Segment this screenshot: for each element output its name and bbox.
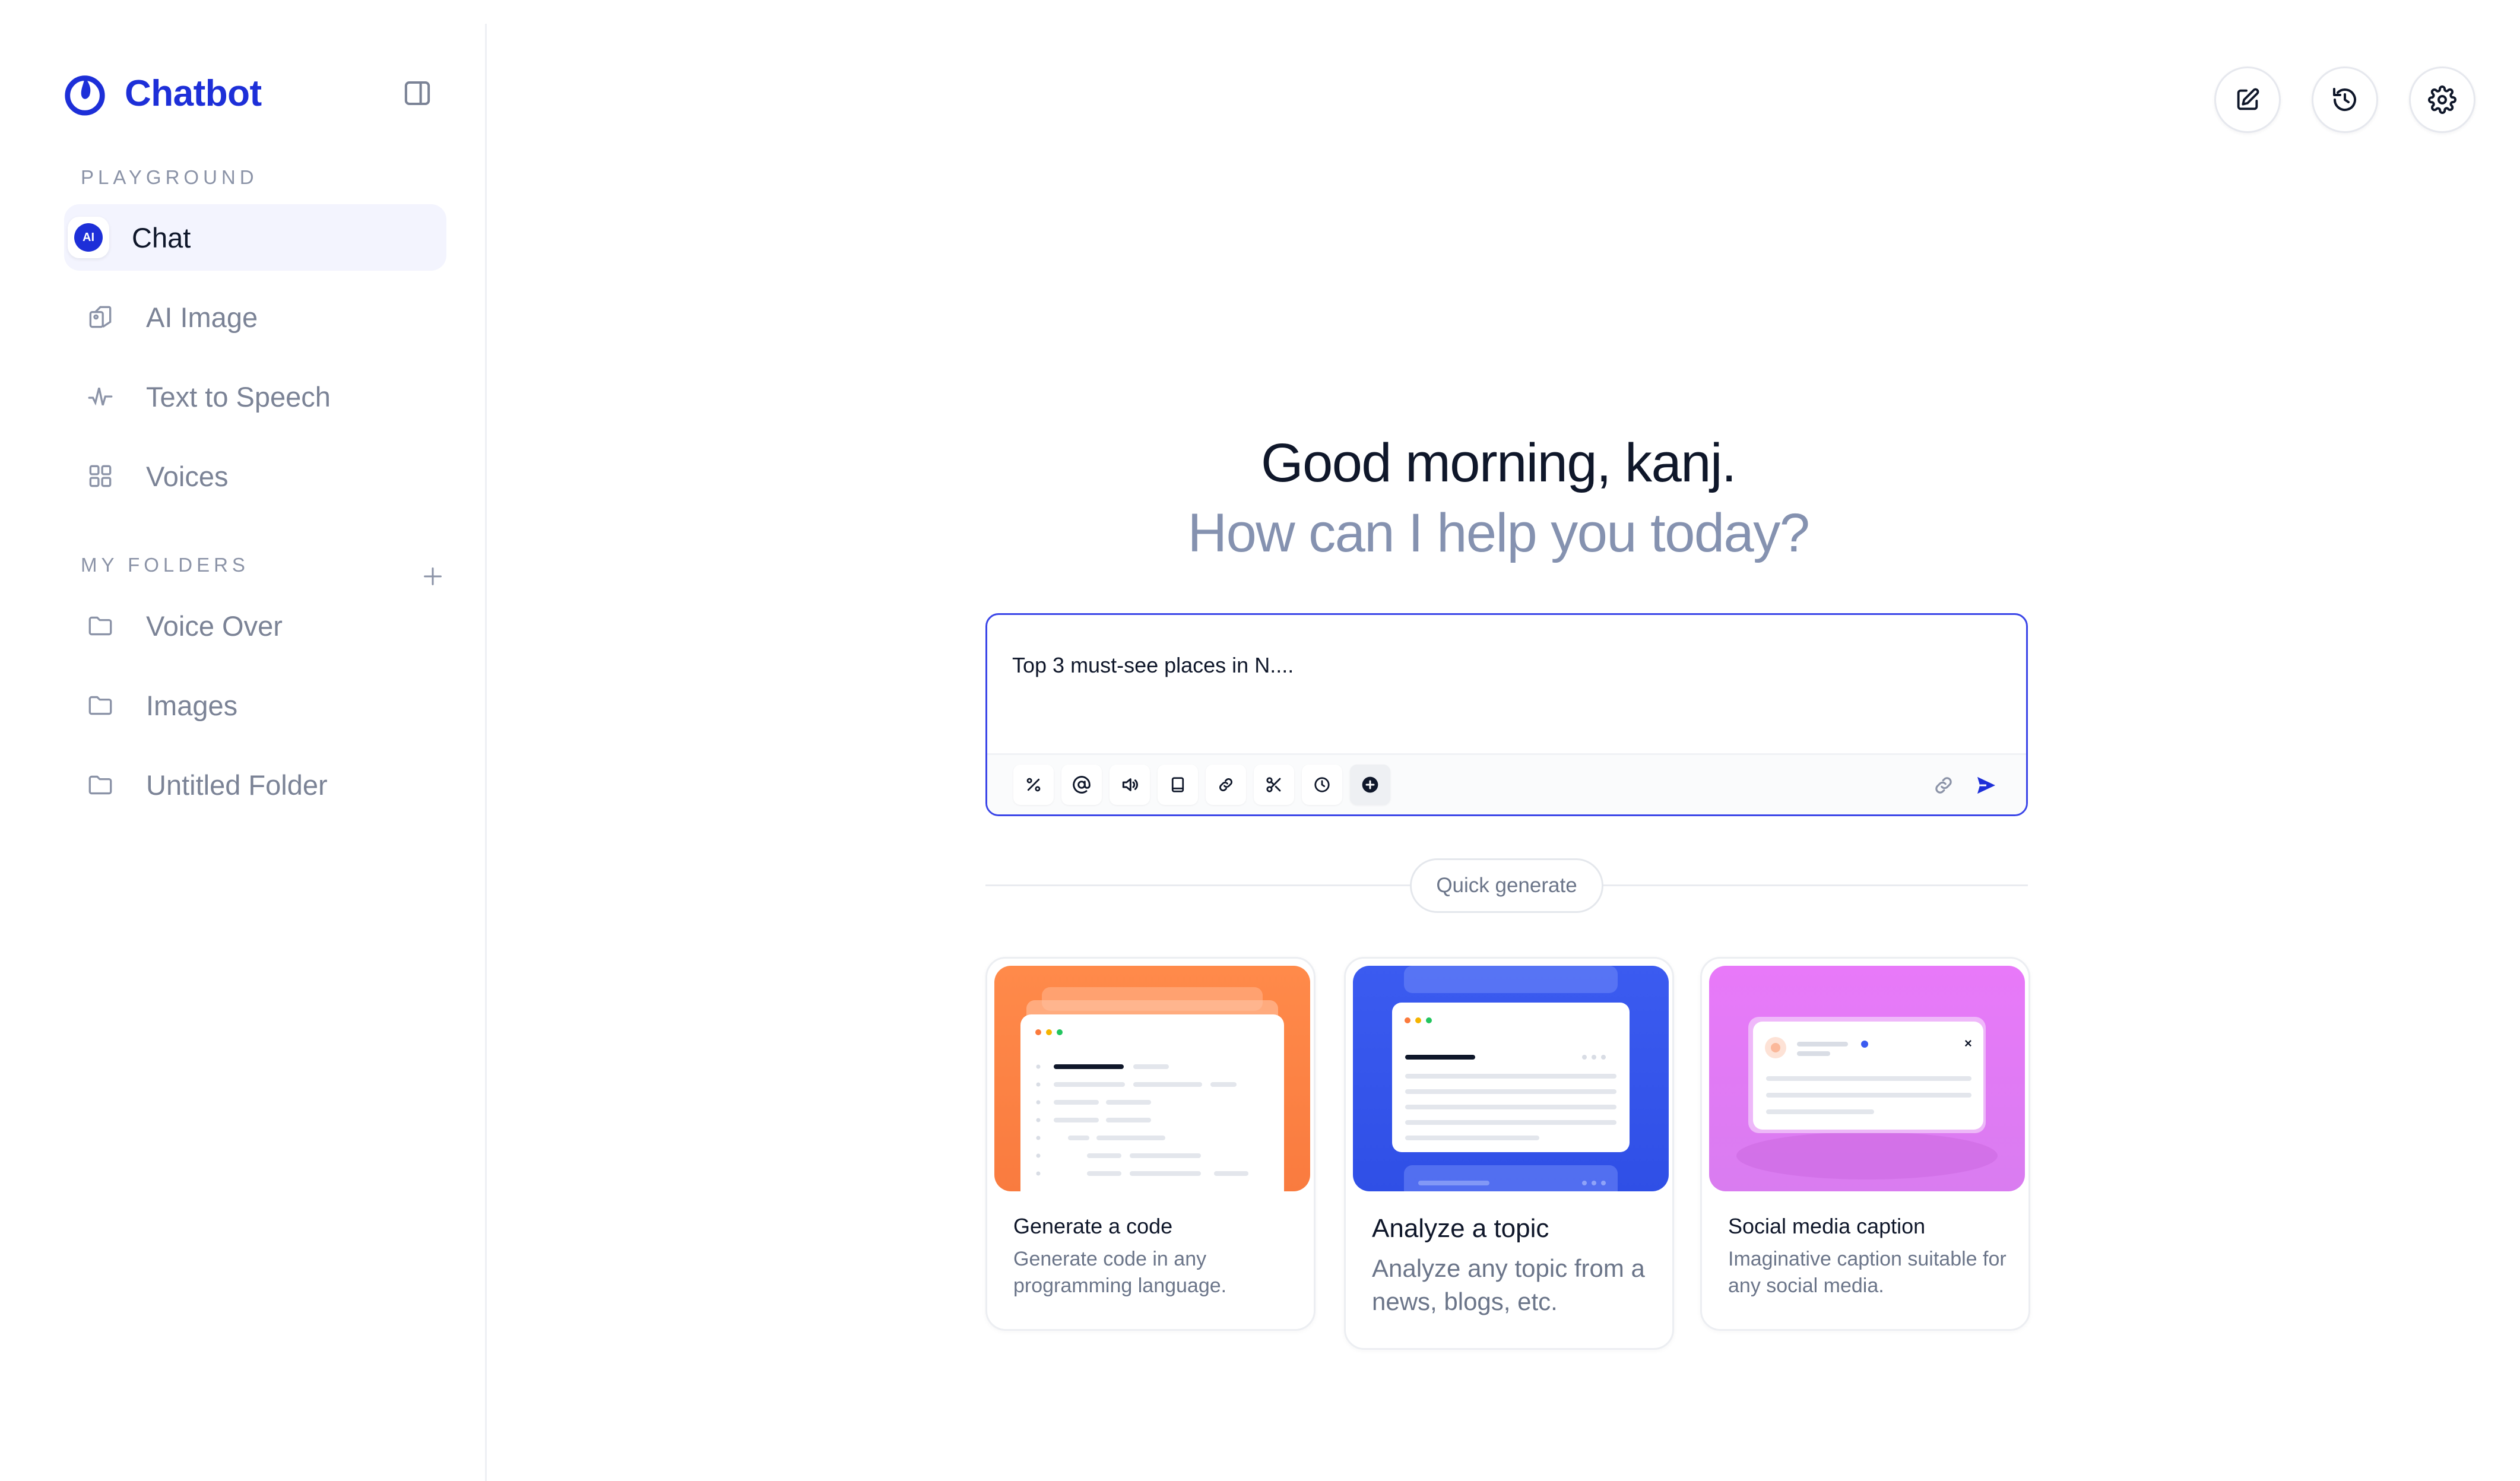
clock-icon (1314, 777, 1330, 792)
attach-link-button[interactable] (1928, 769, 1960, 801)
voice-tool-button[interactable] (1110, 765, 1150, 805)
send-button[interactable] (1970, 769, 2002, 801)
at-icon (1073, 776, 1091, 794)
book-icon (1171, 777, 1184, 792)
sidebar-item-voices[interactable]: Voices (64, 443, 446, 509)
card-description: Generate code in any programming languag… (1013, 1248, 1227, 1297)
sidebar-folder-voice-over[interactable]: Voice Over (64, 592, 446, 659)
sidebar-folder-label: Untitled Folder (146, 769, 328, 801)
send-icon (1977, 776, 1995, 794)
sidebar-item-chat[interactable]: AI Chat (64, 204, 446, 271)
card-title: Analyze a topic (1372, 1214, 1549, 1243)
settings-icon (2428, 85, 2456, 114)
quick-generate-label: Quick generate (1410, 858, 1603, 913)
folder-icon (80, 605, 121, 646)
percent-tool-button[interactable] (1013, 765, 1054, 805)
schedule-tool-button[interactable] (1302, 765, 1342, 805)
app-name: Chatbot (125, 72, 262, 114)
prompt-box (985, 613, 2028, 816)
logo-icon (65, 75, 105, 116)
greeting-subtitle: How can I help you today? (1187, 503, 1810, 563)
history-icon (2333, 88, 2356, 112)
plus-icon (424, 567, 442, 585)
new-chat-button[interactable] (2214, 66, 2281, 133)
sidebar-item-label: Chat (132, 221, 191, 253)
sidebar-item-text-to-speech[interactable]: Text to Speech (64, 363, 446, 430)
folder-icon (80, 764, 121, 805)
add-tool-button[interactable] (1350, 765, 1390, 805)
percent-icon (1026, 778, 1041, 792)
card-illustration-social: × (1709, 966, 2025, 1191)
add-folder-button[interactable] (419, 563, 446, 590)
prompt-toolbar (987, 753, 2026, 814)
edit-icon (2237, 88, 2259, 110)
card-title: Social media caption (1728, 1214, 1926, 1238)
sidebar-panel-icon (404, 81, 430, 106)
speaker-icon (1122, 778, 1138, 791)
sidebar-toggle-button[interactable] (401, 77, 433, 109)
card-social-caption[interactable]: × Social media caption Imaginative capti… (1700, 957, 2030, 1331)
section-label-playground: PLAYGROUND (81, 166, 258, 188)
plus-circle-icon (1362, 776, 1378, 793)
card-analyze-topic[interactable]: Analyze a topic Analyze any topic from a… (1344, 957, 1674, 1350)
prompt-input[interactable] (1012, 653, 1903, 678)
sidebar-item-ai-image[interactable]: AI Image (64, 284, 446, 350)
sidebar-folder-untitled[interactable]: Untitled Folder (64, 751, 446, 818)
card-description: Analyze any topic from a news, blogs, et… (1372, 1254, 1645, 1315)
waveform-icon (80, 376, 121, 417)
sidebar-item-label: AI Image (146, 301, 258, 333)
image-icon (80, 296, 121, 338)
sidebar-item-label: Text to Speech (146, 380, 331, 413)
card-illustration-analyze (1353, 966, 1669, 1191)
library-tool-button[interactable] (1158, 765, 1198, 805)
greeting-title: Good morning, kanj. (1261, 433, 1736, 493)
card-description: Imaginative caption suitable for any soc… (1728, 1248, 2007, 1297)
sidebar-folder-label: Voice Over (146, 610, 283, 642)
link-tool-button[interactable] (1206, 765, 1246, 805)
sidebar: Chatbot PLAYGROUND AI Chat AI Image Text… (0, 24, 487, 1481)
cut-tool-button[interactable] (1254, 765, 1294, 805)
scissors-icon (1266, 777, 1281, 792)
sidebar-folder-images[interactable]: Images (64, 672, 446, 738)
card-illustration-code (994, 966, 1310, 1191)
link-icon (1219, 778, 1232, 791)
sidebar-folder-label: Images (146, 689, 238, 721)
folder-icon (80, 684, 121, 726)
svg-text:×: × (1964, 1036, 1972, 1051)
card-title: Generate a code (1013, 1214, 1173, 1238)
settings-button[interactable] (2409, 66, 2475, 133)
history-button[interactable] (2312, 66, 2378, 133)
brand-logo[interactable]: Chatbot (62, 70, 262, 116)
ai-badge: AI (74, 223, 103, 252)
link-icon (1935, 777, 1952, 794)
grid-icon (80, 455, 121, 497)
card-generate-code[interactable]: Generate a code Generate code in any pro… (985, 957, 1316, 1331)
mention-tool-button[interactable] (1061, 765, 1102, 805)
sidebar-item-label: Voices (146, 460, 229, 492)
section-label-my-folders: MY FOLDERS (81, 554, 249, 576)
ai-badge-icon: AI (68, 217, 109, 258)
